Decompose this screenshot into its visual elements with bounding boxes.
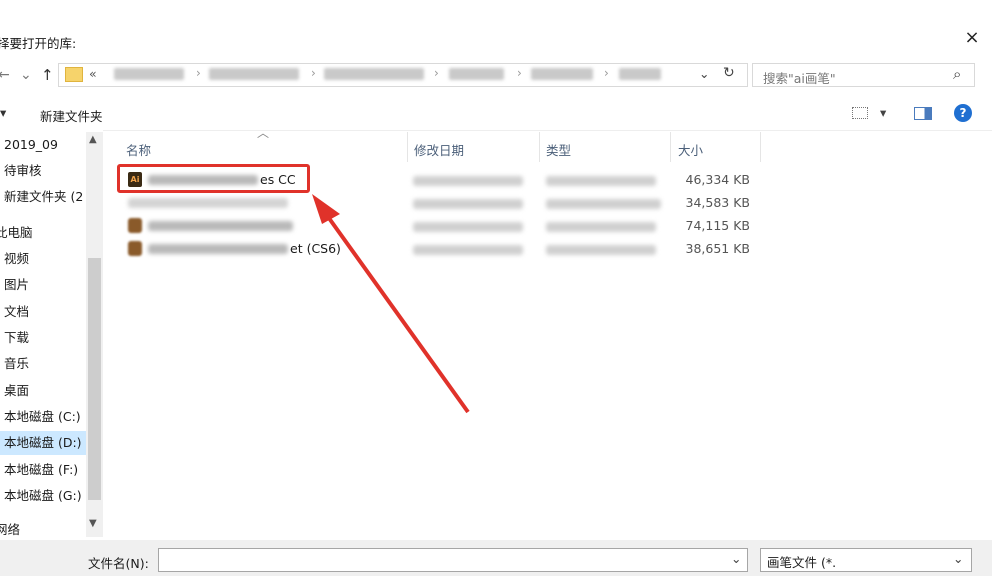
sidebar-item[interactable]: 待审核 [4,159,42,183]
back-button[interactable]: ← [0,67,10,83]
filename-input[interactable]: ⌄ [158,548,748,572]
filetype-value: 画笔文件 (*. [767,555,837,570]
filetype-select[interactable]: 画笔文件 (*. ⌄ [760,548,972,572]
breadcrumb[interactable] [619,68,661,80]
refresh-icon[interactable]: ↻ [723,65,735,81]
highlight-box [117,164,310,193]
sidebar-item-network[interactable]: 网络 [0,518,20,537]
sidebar-item[interactable]: 视频 [4,247,29,271]
sidebar-item[interactable]: 桌面 [4,379,29,403]
preview-pane-icon[interactable] [914,107,932,120]
sidebar-item[interactable]: 下载 [4,326,29,350]
folder-icon [65,67,83,82]
filename-dropdown-icon[interactable]: ⌄ [731,551,741,566]
sidebar-item[interactable]: 新建文件夹 (2 [4,185,83,209]
filetype-dropdown-icon[interactable]: ⌄ [953,551,963,566]
sidebar-item[interactable]: 2019_09 [4,133,58,157]
file-icon [128,241,142,256]
recent-locations-button[interactable]: ⌄ [20,67,32,83]
sidebar-item[interactable]: 本地磁盘 (C:) [4,405,81,429]
sidebar-item-selected[interactable]: 本地磁盘 (D:) [4,431,82,455]
sidebar-item[interactable]: 本地磁盘 (G:) [4,484,82,508]
breadcrumb[interactable] [531,68,593,80]
scroll-down-icon[interactable]: ▼ [89,518,97,529]
file-size: 74,115 KB [685,218,750,233]
breadcrumb-overflow[interactable]: « [89,66,97,81]
search-placeholder: 搜索"ai画笔" [763,71,836,86]
annotation-arrow [312,194,470,414]
sidebar-item[interactable]: 文档 [4,300,29,324]
column-header-type[interactable]: 类型 [546,140,571,159]
filename-label: 文件名(N): [88,556,149,571]
search-icon[interactable]: ⌕ [953,65,961,83]
breadcrumb[interactable] [449,68,504,80]
help-icon[interactable]: ? [954,104,972,122]
view-dropdown-icon[interactable]: ▾ [880,105,886,120]
file-size: 46,334 KB [685,172,750,187]
back-arrow-icon: ← [0,67,10,83]
scrollbar-thumb[interactable] [88,258,101,500]
up-arrow-icon: ↑ [41,66,54,84]
sidebar-item[interactable]: 音乐 [4,352,29,376]
toolbar: ▾ 新建文件夹 ▾ ? [0,96,992,132]
title-bar: 择要打开的库: × [0,0,992,57]
sidebar-item[interactable]: 本地磁盘 (F:) [4,458,78,482]
file-icon [128,218,142,233]
navigation-pane: 2019_09 待审核 新建文件夹 (2 此电脑 视频 图片 文档 下载 音乐 … [0,132,86,537]
breadcrumb[interactable] [114,68,184,80]
up-button[interactable]: ↑ [41,66,54,84]
breadcrumb[interactable] [209,68,299,80]
file-size: 34,583 KB [685,195,750,210]
close-icon: × [964,27,980,48]
new-folder-button[interactable]: 新建文件夹 [40,106,103,125]
sort-ascending-icon: ︿ [257,126,270,140]
close-button[interactable]: × [962,28,982,48]
search-input[interactable]: 搜索"ai画笔" ⌕ [752,63,975,87]
dialog-title: 择要打开的库: [0,36,77,51]
organize-dropdown[interactable]: ▾ [0,105,6,120]
file-size: 38,651 KB [685,241,750,256]
view-options-icon[interactable] [852,107,868,119]
scroll-up-icon[interactable]: ▲ [89,134,97,145]
address-dropdown-icon[interactable]: ⌄ [699,66,709,81]
sidebar-item-this-pc[interactable]: 此电脑 [0,221,33,245]
sidebar-item[interactable]: 图片 [4,273,29,297]
column-header-size[interactable]: 大小 [678,140,703,159]
address-bar[interactable]: « › › › › › ⌄ ↻ [58,63,748,87]
column-header-date[interactable]: 修改日期 [414,140,464,159]
column-header-name[interactable]: 名称 [126,140,151,159]
chevron-down-icon: ⌄ [20,67,32,83]
breadcrumb[interactable] [324,68,424,80]
